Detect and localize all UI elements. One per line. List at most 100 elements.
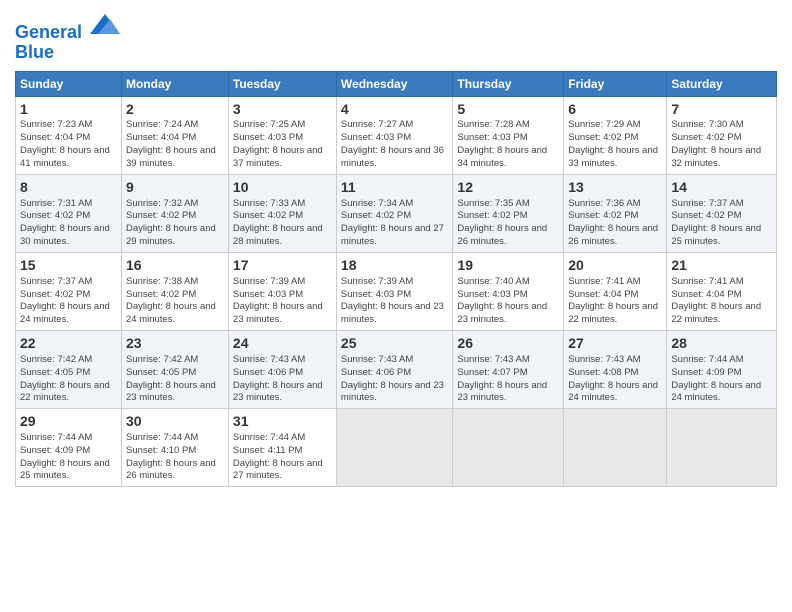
calendar-cell: 13Sunrise: 7:36 AMSunset: 4:02 PMDayligh… (564, 174, 667, 252)
calendar-cell: 20Sunrise: 7:41 AMSunset: 4:04 PMDayligh… (564, 252, 667, 330)
day-number: 26 (457, 334, 559, 353)
day-number: 27 (568, 334, 662, 353)
day-number: 13 (568, 178, 662, 197)
calendar-cell (667, 409, 777, 487)
day-number: 1 (20, 100, 117, 119)
day-info: Sunrise: 7:44 AMSunset: 4:10 PMDaylight:… (126, 432, 216, 481)
day-number: 30 (126, 412, 224, 431)
calendar-cell: 28Sunrise: 7:44 AMSunset: 4:09 PMDayligh… (667, 331, 777, 409)
logo-general: General (15, 22, 82, 42)
calendar-cell: 4Sunrise: 7:27 AMSunset: 4:03 PMDaylight… (336, 96, 452, 174)
logo: General Blue (15, 14, 120, 63)
day-number: 9 (126, 178, 224, 197)
day-number: 28 (671, 334, 772, 353)
calendar-cell: 26Sunrise: 7:43 AMSunset: 4:07 PMDayligh… (453, 331, 564, 409)
day-info: Sunrise: 7:38 AMSunset: 4:02 PMDaylight:… (126, 276, 216, 325)
calendar-cell: 10Sunrise: 7:33 AMSunset: 4:02 PMDayligh… (228, 174, 336, 252)
header-sunday: Sunday (16, 71, 122, 96)
header-saturday: Saturday (667, 71, 777, 96)
calendar-cell: 29Sunrise: 7:44 AMSunset: 4:09 PMDayligh… (16, 409, 122, 487)
header-thursday: Thursday (453, 71, 564, 96)
day-info: Sunrise: 7:27 AMSunset: 4:03 PMDaylight:… (341, 119, 444, 168)
day-info: Sunrise: 7:39 AMSunset: 4:03 PMDaylight:… (233, 276, 323, 325)
week-row-5: 29Sunrise: 7:44 AMSunset: 4:09 PMDayligh… (16, 409, 777, 487)
day-number: 22 (20, 334, 117, 353)
logo-blue: Blue (15, 43, 120, 63)
day-number: 6 (568, 100, 662, 119)
main-container: General Blue SundayMondayTuesdayWednesda… (0, 0, 792, 492)
day-info: Sunrise: 7:34 AMSunset: 4:02 PMDaylight:… (341, 198, 444, 247)
logo-icon (90, 12, 120, 36)
day-info: Sunrise: 7:44 AMSunset: 4:09 PMDaylight:… (20, 432, 110, 481)
calendar-cell: 18Sunrise: 7:39 AMSunset: 4:03 PMDayligh… (336, 252, 452, 330)
day-number: 5 (457, 100, 559, 119)
calendar-cell: 9Sunrise: 7:32 AMSunset: 4:02 PMDaylight… (122, 174, 229, 252)
day-number: 24 (233, 334, 332, 353)
calendar-cell: 23Sunrise: 7:42 AMSunset: 4:05 PMDayligh… (122, 331, 229, 409)
day-number: 3 (233, 100, 332, 119)
header-friday: Friday (564, 71, 667, 96)
day-number: 31 (233, 412, 332, 431)
day-number: 23 (126, 334, 224, 353)
header-tuesday: Tuesday (228, 71, 336, 96)
day-info: Sunrise: 7:40 AMSunset: 4:03 PMDaylight:… (457, 276, 547, 325)
day-info: Sunrise: 7:37 AMSunset: 4:02 PMDaylight:… (671, 198, 761, 247)
day-info: Sunrise: 7:32 AMSunset: 4:02 PMDaylight:… (126, 198, 216, 247)
calendar-cell: 31Sunrise: 7:44 AMSunset: 4:11 PMDayligh… (228, 409, 336, 487)
day-info: Sunrise: 7:44 AMSunset: 4:09 PMDaylight:… (671, 354, 761, 403)
day-number: 19 (457, 256, 559, 275)
day-number: 4 (341, 100, 448, 119)
day-info: Sunrise: 7:41 AMSunset: 4:04 PMDaylight:… (568, 276, 658, 325)
day-number: 8 (20, 178, 117, 197)
day-number: 11 (341, 178, 448, 197)
week-row-4: 22Sunrise: 7:42 AMSunset: 4:05 PMDayligh… (16, 331, 777, 409)
calendar-cell: 21Sunrise: 7:41 AMSunset: 4:04 PMDayligh… (667, 252, 777, 330)
calendar-cell: 5Sunrise: 7:28 AMSunset: 4:03 PMDaylight… (453, 96, 564, 174)
day-number: 17 (233, 256, 332, 275)
calendar-cell: 25Sunrise: 7:43 AMSunset: 4:06 PMDayligh… (336, 331, 452, 409)
day-info: Sunrise: 7:30 AMSunset: 4:02 PMDaylight:… (671, 119, 761, 168)
day-number: 10 (233, 178, 332, 197)
day-info: Sunrise: 7:43 AMSunset: 4:06 PMDaylight:… (233, 354, 323, 403)
calendar-cell: 24Sunrise: 7:43 AMSunset: 4:06 PMDayligh… (228, 331, 336, 409)
day-number: 18 (341, 256, 448, 275)
day-info: Sunrise: 7:37 AMSunset: 4:02 PMDaylight:… (20, 276, 110, 325)
day-number: 29 (20, 412, 117, 431)
header-section: General Blue (15, 10, 777, 63)
week-row-3: 15Sunrise: 7:37 AMSunset: 4:02 PMDayligh… (16, 252, 777, 330)
day-info: Sunrise: 7:42 AMSunset: 4:05 PMDaylight:… (126, 354, 216, 403)
calendar-cell: 1Sunrise: 7:23 AMSunset: 4:04 PMDaylight… (16, 96, 122, 174)
calendar-cell: 11Sunrise: 7:34 AMSunset: 4:02 PMDayligh… (336, 174, 452, 252)
calendar-cell: 14Sunrise: 7:37 AMSunset: 4:02 PMDayligh… (667, 174, 777, 252)
calendar-cell: 8Sunrise: 7:31 AMSunset: 4:02 PMDaylight… (16, 174, 122, 252)
calendar-cell: 15Sunrise: 7:37 AMSunset: 4:02 PMDayligh… (16, 252, 122, 330)
week-row-2: 8Sunrise: 7:31 AMSunset: 4:02 PMDaylight… (16, 174, 777, 252)
day-info: Sunrise: 7:24 AMSunset: 4:04 PMDaylight:… (126, 119, 216, 168)
day-info: Sunrise: 7:42 AMSunset: 4:05 PMDaylight:… (20, 354, 110, 403)
day-info: Sunrise: 7:43 AMSunset: 4:06 PMDaylight:… (341, 354, 444, 403)
day-info: Sunrise: 7:39 AMSunset: 4:03 PMDaylight:… (341, 276, 444, 325)
calendar-cell: 3Sunrise: 7:25 AMSunset: 4:03 PMDaylight… (228, 96, 336, 174)
day-info: Sunrise: 7:43 AMSunset: 4:08 PMDaylight:… (568, 354, 658, 403)
calendar-cell (564, 409, 667, 487)
calendar-cell: 17Sunrise: 7:39 AMSunset: 4:03 PMDayligh… (228, 252, 336, 330)
week-row-1: 1Sunrise: 7:23 AMSunset: 4:04 PMDaylight… (16, 96, 777, 174)
calendar-cell: 19Sunrise: 7:40 AMSunset: 4:03 PMDayligh… (453, 252, 564, 330)
day-info: Sunrise: 7:43 AMSunset: 4:07 PMDaylight:… (457, 354, 547, 403)
day-number: 20 (568, 256, 662, 275)
header-wednesday: Wednesday (336, 71, 452, 96)
logo-text: General (15, 14, 120, 43)
day-info: Sunrise: 7:41 AMSunset: 4:04 PMDaylight:… (671, 276, 761, 325)
calendar-cell: 7Sunrise: 7:30 AMSunset: 4:02 PMDaylight… (667, 96, 777, 174)
calendar-cell (336, 409, 452, 487)
calendar-table: SundayMondayTuesdayWednesdayThursdayFrid… (15, 71, 777, 488)
day-info: Sunrise: 7:35 AMSunset: 4:02 PMDaylight:… (457, 198, 547, 247)
day-info: Sunrise: 7:44 AMSunset: 4:11 PMDaylight:… (233, 432, 323, 481)
day-info: Sunrise: 7:28 AMSunset: 4:03 PMDaylight:… (457, 119, 547, 168)
day-number: 25 (341, 334, 448, 353)
calendar-cell: 2Sunrise: 7:24 AMSunset: 4:04 PMDaylight… (122, 96, 229, 174)
calendar-cell: 27Sunrise: 7:43 AMSunset: 4:08 PMDayligh… (564, 331, 667, 409)
calendar-cell (453, 409, 564, 487)
day-info: Sunrise: 7:31 AMSunset: 4:02 PMDaylight:… (20, 198, 110, 247)
calendar-cell: 6Sunrise: 7:29 AMSunset: 4:02 PMDaylight… (564, 96, 667, 174)
